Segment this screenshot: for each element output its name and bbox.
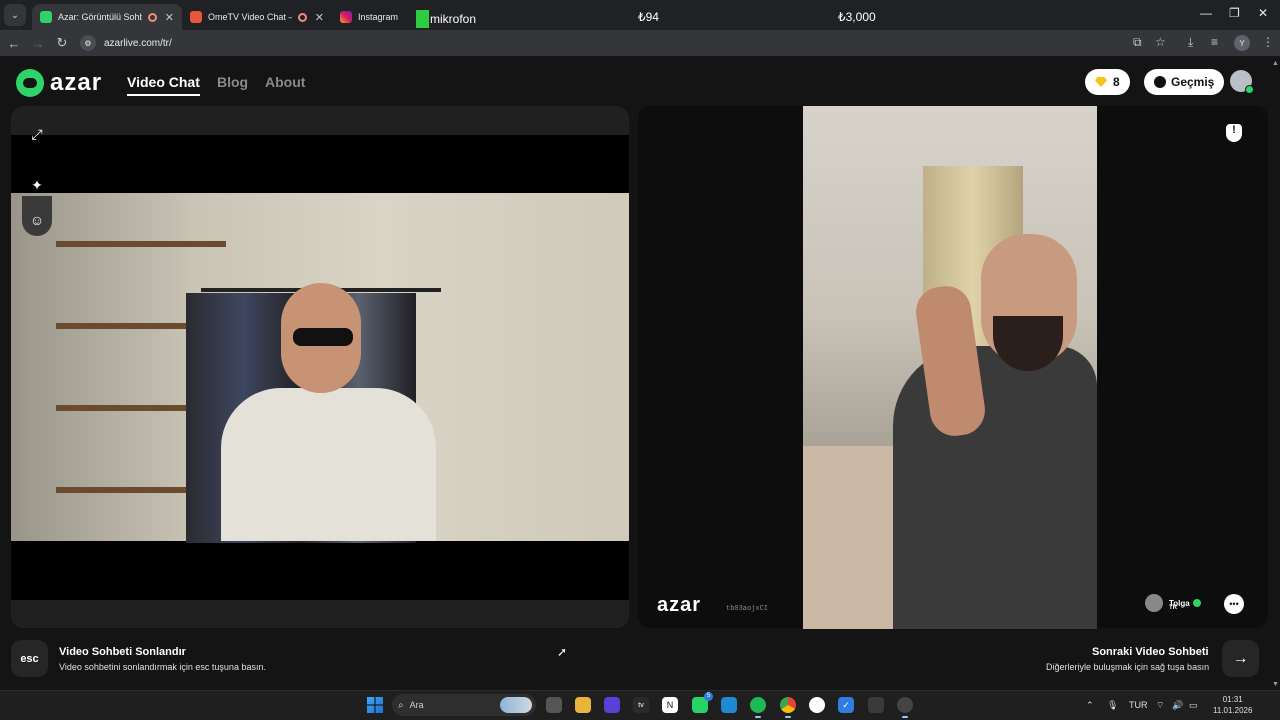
clock-icon — [1154, 76, 1166, 88]
windows-taskbar: ⌕ Ara tv N 5 ✓ ⌃ 🎙 TUR ⌔ 🔊 ▭ 01:31 11.01… — [0, 690, 1280, 720]
bookmark-star-icon[interactable]: ☆ — [1155, 35, 1166, 49]
tab-instagram[interactable]: Instagram — [332, 4, 412, 30]
azar-favicon-icon — [40, 11, 52, 23]
tab-title: Azar: Görüntülü Sohbet & Y — [58, 12, 142, 22]
apple-tv-icon[interactable]: tv — [633, 697, 649, 713]
scrollbar[interactable]: ▲ ▼ — [1271, 56, 1280, 690]
nav-blog[interactable]: Blog — [217, 74, 248, 90]
cast-icon[interactable]: ⧉ — [1133, 35, 1142, 50]
reading-list-icon[interactable]: ≡ — [1211, 35, 1218, 49]
gem-icon — [1095, 77, 1107, 87]
tab-ometv[interactable]: OmeTV Video Chat — Ome ✕ — [182, 4, 332, 30]
instagram-favicon-icon — [340, 11, 352, 23]
volume-icon[interactable]: 🔊 — [1172, 700, 1183, 711]
recording-icon — [297, 12, 307, 22]
verified-icon — [1192, 599, 1201, 607]
nav-video-chat[interactable]: Video Chat — [127, 74, 200, 96]
report-shield-icon[interactable]: ! — [1226, 124, 1242, 142]
windows-start-icon[interactable] — [367, 697, 383, 713]
maximize-icon[interactable]: ❐ — [1229, 6, 1240, 20]
tab-title: OmeTV Video Chat — Ome — [208, 12, 292, 22]
remote-video-feed — [803, 106, 1097, 629]
search-highlight-image — [500, 697, 532, 713]
whatsapp-icon[interactable]: 5 — [692, 692, 713, 713]
local-video-feed — [11, 193, 629, 543]
face-filter-icon[interactable]: ☺ — [21, 204, 53, 236]
task-view-icon[interactable] — [546, 697, 562, 713]
notion-icon[interactable]: N — [662, 697, 678, 713]
peer-info[interactable]: Tolga TR — [1145, 594, 1201, 612]
history-label: Geçmiş — [1171, 75, 1215, 89]
end-chat-subtitle: Video sohbetini sonlandırmak için esc tu… — [59, 662, 266, 672]
minimize-icon[interactable]: — — [1200, 6, 1212, 20]
brand-name: azar — [50, 69, 103, 96]
local-video-panel: ⤢ ✦ ☺ — [11, 106, 629, 628]
azar-logo-icon — [16, 69, 44, 97]
tab-azar[interactable]: Azar: Görüntülü Sohbet & Y ✕ — [32, 4, 182, 30]
user-avatar[interactable] — [1230, 70, 1254, 94]
close-tab-icon[interactable]: ✕ — [165, 11, 174, 24]
battery-icon[interactable]: ▭ — [1189, 700, 1198, 711]
reload-icon[interactable]: ↻ — [50, 35, 74, 51]
price-ticker-2: ₺3,000 — [838, 10, 876, 24]
azar-watermark: azar — [657, 594, 702, 616]
peer-country: TR — [1169, 605, 1177, 611]
gem-count: 8 — [1113, 75, 1120, 89]
microphone-icon[interactable]: 🎙 — [1107, 700, 1118, 711]
show-hidden-icons[interactable]: ⌃ — [1086, 700, 1094, 711]
chrome-icon[interactable] — [780, 697, 796, 718]
recording-icon — [147, 12, 157, 22]
address-bar-row: ← → ↻ ⚙ azarlive.com/tr/ ⧉ ☆ ⤓ ≡ ⋮ — [0, 30, 1280, 56]
close-window-icon[interactable]: ✕ — [1258, 6, 1268, 20]
spotify-icon[interactable] — [750, 697, 766, 718]
history-button[interactable]: Geçmiş — [1144, 69, 1225, 95]
search-placeholder: Ara — [409, 700, 424, 710]
chat-bubble-icon[interactable]: ••• — [1224, 594, 1244, 614]
back-icon[interactable]: ← — [2, 36, 26, 51]
download-icon[interactable]: ⤓ — [1188, 35, 1193, 50]
clock[interactable]: 01:31 11.01.2026 — [1213, 694, 1252, 716]
end-chat-title: Video Sohbeti Sonlandır — [59, 646, 186, 658]
expand-icon[interactable]: ⤢ — [21, 118, 53, 150]
clock-date: 11.01.2026 — [1213, 706, 1253, 715]
tab-search-icon[interactable]: ⌄ — [4, 4, 26, 26]
mouse-cursor-icon: ➚ — [557, 645, 568, 659]
azar-logo[interactable]: azar — [16, 69, 102, 97]
notes-app-icon[interactable] — [604, 697, 620, 713]
session-id: tb03aojxCI — [726, 605, 769, 613]
input-language[interactable]: TUR — [1129, 700, 1148, 710]
browser-profile-avatar[interactable]: Y — [1234, 35, 1250, 51]
ometv-favicon-icon — [190, 11, 202, 23]
next-chat-subtitle: Diğerleriyle buluşmak için sağ tuşa bası… — [1046, 662, 1210, 672]
gems-button[interactable]: 8 — [1085, 69, 1130, 95]
chatgpt-icon[interactable] — [809, 697, 825, 713]
microphone-label: mikrofon — [430, 12, 477, 26]
forward-icon[interactable]: → — [26, 36, 50, 51]
site-info-icon[interactable]: ⚙ — [80, 35, 96, 51]
taskbar-search[interactable]: ⌕ Ara — [392, 694, 536, 716]
price-ticker-1: ₺94 — [638, 10, 659, 24]
next-chat-title: Sonraki Video Sohbeti — [1092, 646, 1209, 658]
microphone-overlay: mikrofon — [416, 10, 476, 28]
esc-key-button[interactable]: esc — [11, 640, 48, 677]
wifi-icon[interactable]: ⌔ — [1156, 700, 1164, 711]
tab-title: Instagram — [358, 12, 399, 22]
nav-about[interactable]: About — [265, 74, 305, 90]
peer-avatar — [1145, 594, 1163, 612]
vscode-icon[interactable] — [721, 697, 737, 713]
whatsapp-badge: 5 — [704, 692, 713, 701]
close-tab-icon[interactable]: ✕ — [315, 11, 324, 24]
next-arrow-button[interactable]: → — [1222, 640, 1259, 677]
search-icon: ⌕ — [398, 699, 404, 711]
url-field[interactable]: ⚙ azarlive.com/tr/ — [80, 32, 1120, 54]
online-status-dot — [1245, 85, 1254, 94]
browser-menu-icon[interactable]: ⋮ — [1262, 35, 1274, 49]
clock-time: 01:31 — [1222, 695, 1243, 704]
file-explorer-icon[interactable] — [575, 697, 591, 713]
recorder-icon[interactable] — [897, 697, 913, 718]
todo-icon[interactable]: ✓ — [838, 697, 854, 713]
cube-app-icon[interactable] — [868, 697, 884, 713]
url-text: azarlive.com/tr/ — [104, 37, 172, 49]
